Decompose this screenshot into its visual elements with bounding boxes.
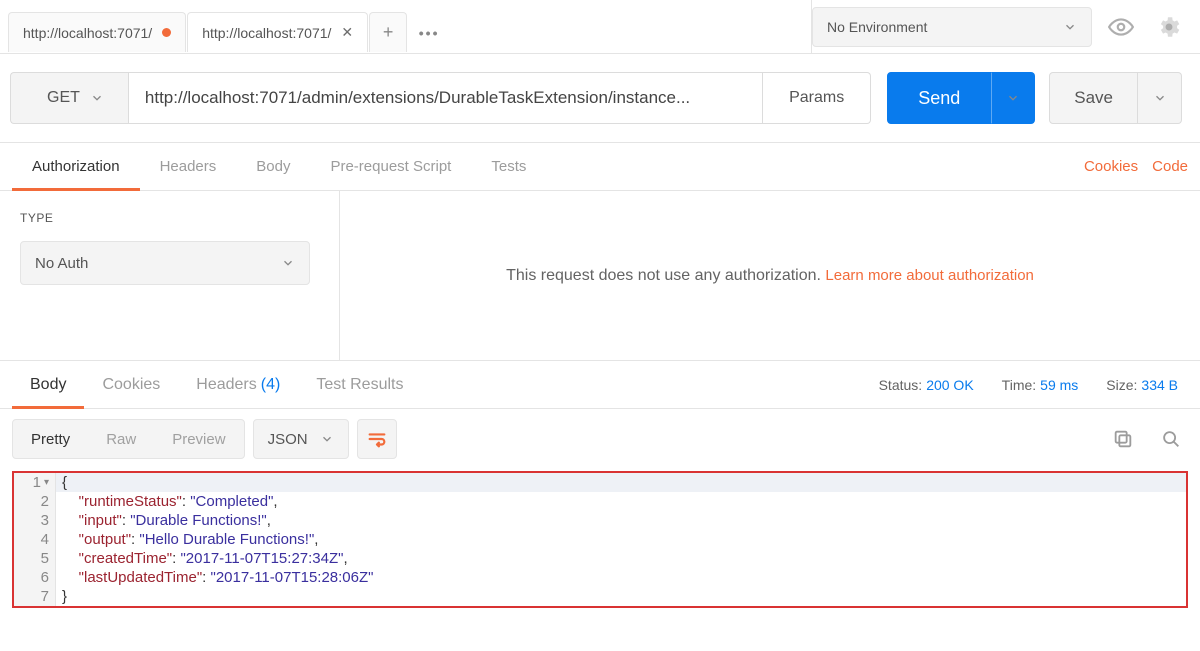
- copy-response-icon[interactable]: [1106, 422, 1140, 456]
- save-button[interactable]: Save: [1049, 72, 1138, 124]
- line-number: 4: [14, 530, 56, 549]
- chevron-down-icon: [281, 256, 295, 270]
- code-text: }: [56, 587, 1186, 606]
- view-pretty[interactable]: Pretty: [13, 419, 88, 459]
- status-field: Status:200 OK: [879, 377, 974, 393]
- resp-tab-cookies[interactable]: Cookies: [84, 361, 178, 409]
- send-options-button[interactable]: [991, 72, 1035, 124]
- request-subtabs: Authorization Headers Body Pre-request S…: [0, 143, 1200, 191]
- url-input[interactable]: http://localhost:7071/admin/extensions/D…: [128, 72, 763, 124]
- chevron-down-icon: [320, 432, 334, 446]
- close-tab-icon[interactable]: ✕: [341, 24, 353, 41]
- response-controls: Pretty Raw Preview JSON: [0, 409, 1200, 469]
- response-tabs: Body Cookies Headers (4) Test Results St…: [0, 361, 1200, 409]
- code-text: "runtimeStatus": "Completed",: [56, 492, 1186, 511]
- line-number: 2: [14, 492, 56, 511]
- auth-type-column: TYPE No Auth: [0, 191, 340, 360]
- tab-label: http://localhost:7071/: [23, 25, 152, 41]
- code-line: 6 "lastUpdatedTime": "2017-11-07T15:28:0…: [14, 568, 1186, 587]
- code-text: "output": "Hello Durable Functions!",: [56, 530, 1186, 549]
- view-mode-segment: Pretty Raw Preview: [12, 419, 245, 459]
- environment-selected-label: No Environment: [827, 19, 927, 35]
- send-button[interactable]: Send: [887, 72, 991, 124]
- code-text: "input": "Durable Functions!",: [56, 511, 1186, 530]
- top-bar: http://localhost:7071/ http://localhost:…: [0, 0, 1200, 54]
- response-meta: Status:200 OK Time:59 ms Size:334 B: [879, 377, 1188, 393]
- request-tab-2[interactable]: http://localhost:7071/ ✕: [187, 12, 368, 52]
- auth-type-label: TYPE: [20, 211, 319, 225]
- new-tab-button[interactable]: +: [369, 12, 407, 52]
- chevron-down-icon: [1153, 91, 1167, 105]
- code-link[interactable]: Code: [1152, 158, 1188, 175]
- settings-icon[interactable]: [1150, 8, 1188, 46]
- headers-count: (4): [261, 376, 281, 394]
- code-line: 1▾{: [14, 473, 1186, 492]
- environment-area: No Environment: [811, 0, 1200, 53]
- code-text: "lastUpdatedTime": "2017-11-07T15:28:06Z…: [56, 568, 1186, 587]
- tab-headers[interactable]: Headers: [140, 143, 237, 191]
- code-text: "createdTime": "2017-11-07T15:27:34Z",: [56, 549, 1186, 568]
- auth-type-select[interactable]: No Auth: [20, 241, 310, 285]
- view-preview[interactable]: Preview: [154, 419, 243, 459]
- method-label: GET: [47, 89, 80, 107]
- tab-label: http://localhost:7071/: [202, 25, 331, 41]
- url-text: http://localhost:7071/admin/extensions/D…: [145, 88, 690, 108]
- code-line: 4 "output": "Hello Durable Functions!",: [14, 530, 1186, 549]
- tabs-overflow-button[interactable]: •••: [408, 12, 450, 53]
- code-line: 5 "createdTime": "2017-11-07T15:27:34Z",: [14, 549, 1186, 568]
- line-number: 5: [14, 549, 56, 568]
- resp-tab-testresults[interactable]: Test Results: [298, 361, 421, 409]
- request-tab-1[interactable]: http://localhost:7071/: [8, 12, 186, 52]
- chevron-down-icon: [1006, 91, 1020, 105]
- size-field: Size:334 B: [1106, 377, 1178, 393]
- format-select[interactable]: JSON: [253, 419, 349, 459]
- save-options-button[interactable]: [1138, 72, 1182, 124]
- tabs-bar: http://localhost:7071/ http://localhost:…: [0, 0, 811, 53]
- search-response-icon[interactable]: [1154, 422, 1188, 456]
- line-number: 7: [14, 587, 56, 606]
- unsaved-dot-icon: [162, 28, 171, 37]
- tab-prerequest[interactable]: Pre-request Script: [310, 143, 471, 191]
- auth-learn-more-link[interactable]: Learn more about authorization: [825, 267, 1033, 284]
- wrap-icon: [366, 428, 388, 450]
- authorization-panel: TYPE No Auth This request does not use a…: [0, 191, 1200, 361]
- tab-body[interactable]: Body: [236, 143, 310, 191]
- wrap-lines-button[interactable]: [357, 419, 397, 459]
- cookies-link[interactable]: Cookies: [1084, 158, 1138, 175]
- http-method-select[interactable]: GET: [10, 72, 128, 124]
- view-raw[interactable]: Raw: [88, 419, 154, 459]
- environment-select[interactable]: No Environment: [812, 7, 1092, 47]
- params-button[interactable]: Params: [763, 72, 871, 124]
- tab-tests[interactable]: Tests: [471, 143, 546, 191]
- request-row: GET http://localhost:7071/admin/extensio…: [0, 54, 1200, 143]
- response-body-editor[interactable]: 1▾{2 "runtimeStatus": "Completed",3 "inp…: [12, 471, 1188, 608]
- environment-quicklook-icon[interactable]: [1102, 8, 1140, 46]
- auth-message: This request does not use any authorizat…: [340, 191, 1200, 360]
- code-line: 2 "runtimeStatus": "Completed",: [14, 492, 1186, 511]
- code-text: {: [56, 473, 1186, 492]
- code-line: 7}: [14, 587, 1186, 606]
- resp-tab-headers[interactable]: Headers (4): [178, 361, 298, 409]
- line-number: 6: [14, 568, 56, 587]
- line-number: 1▾: [14, 473, 56, 492]
- line-number: 3: [14, 511, 56, 530]
- tab-authorization[interactable]: Authorization: [12, 143, 140, 191]
- resp-tab-body[interactable]: Body: [12, 361, 84, 409]
- chevron-down-icon: [90, 91, 104, 105]
- chevron-down-icon: [1063, 20, 1077, 34]
- time-field: Time:59 ms: [1002, 377, 1079, 393]
- code-line: 3 "input": "Durable Functions!",: [14, 511, 1186, 530]
